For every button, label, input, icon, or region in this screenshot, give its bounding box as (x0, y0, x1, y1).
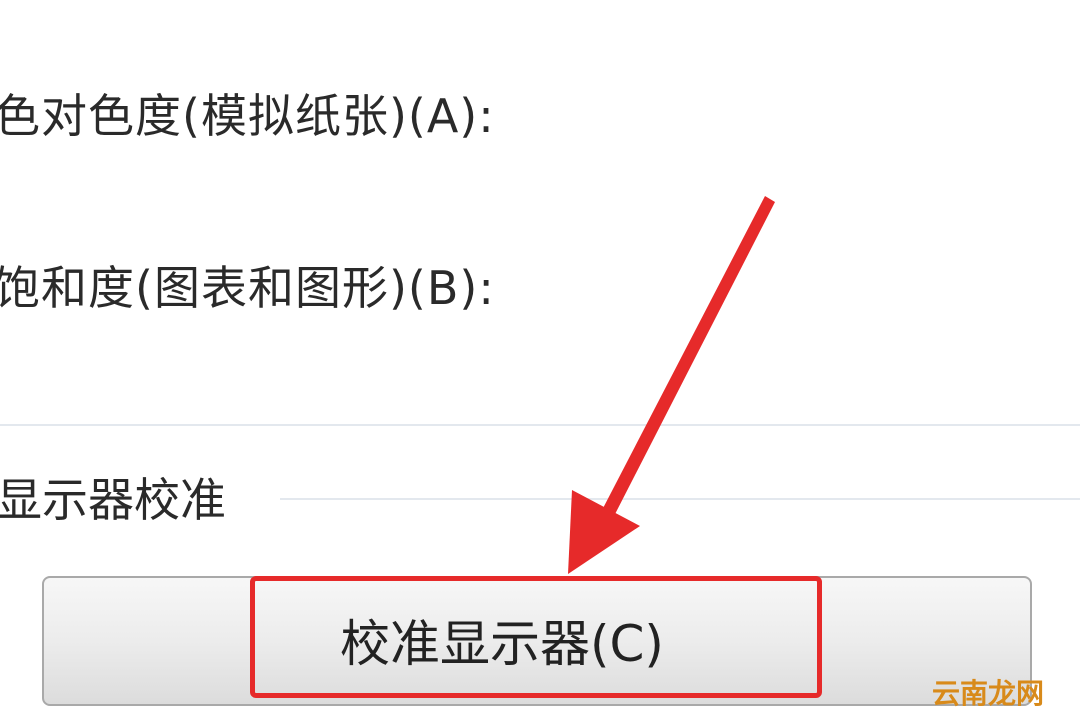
arrow-shaft (600, 196, 775, 520)
watermark-logo: 云南龙网 (931, 677, 1044, 710)
display-calibration-group-title: 显示器校准 (0, 472, 238, 528)
saturation-label: 饱和度(图表和图形)(B): (0, 261, 495, 315)
color-management-advanced-panel: 色对色度(模拟纸张)(A): 饱和度(图表和图形)(B): 显示器校准 校准显示… (0, 0, 1080, 724)
absolute-colorimetric-label: 色对色度(模拟纸张)(A): (0, 89, 495, 143)
section-divider (0, 424, 1080, 426)
annotation-highlight-box (250, 576, 822, 698)
group-box-line (280, 498, 1080, 500)
arrow-head (568, 490, 640, 574)
